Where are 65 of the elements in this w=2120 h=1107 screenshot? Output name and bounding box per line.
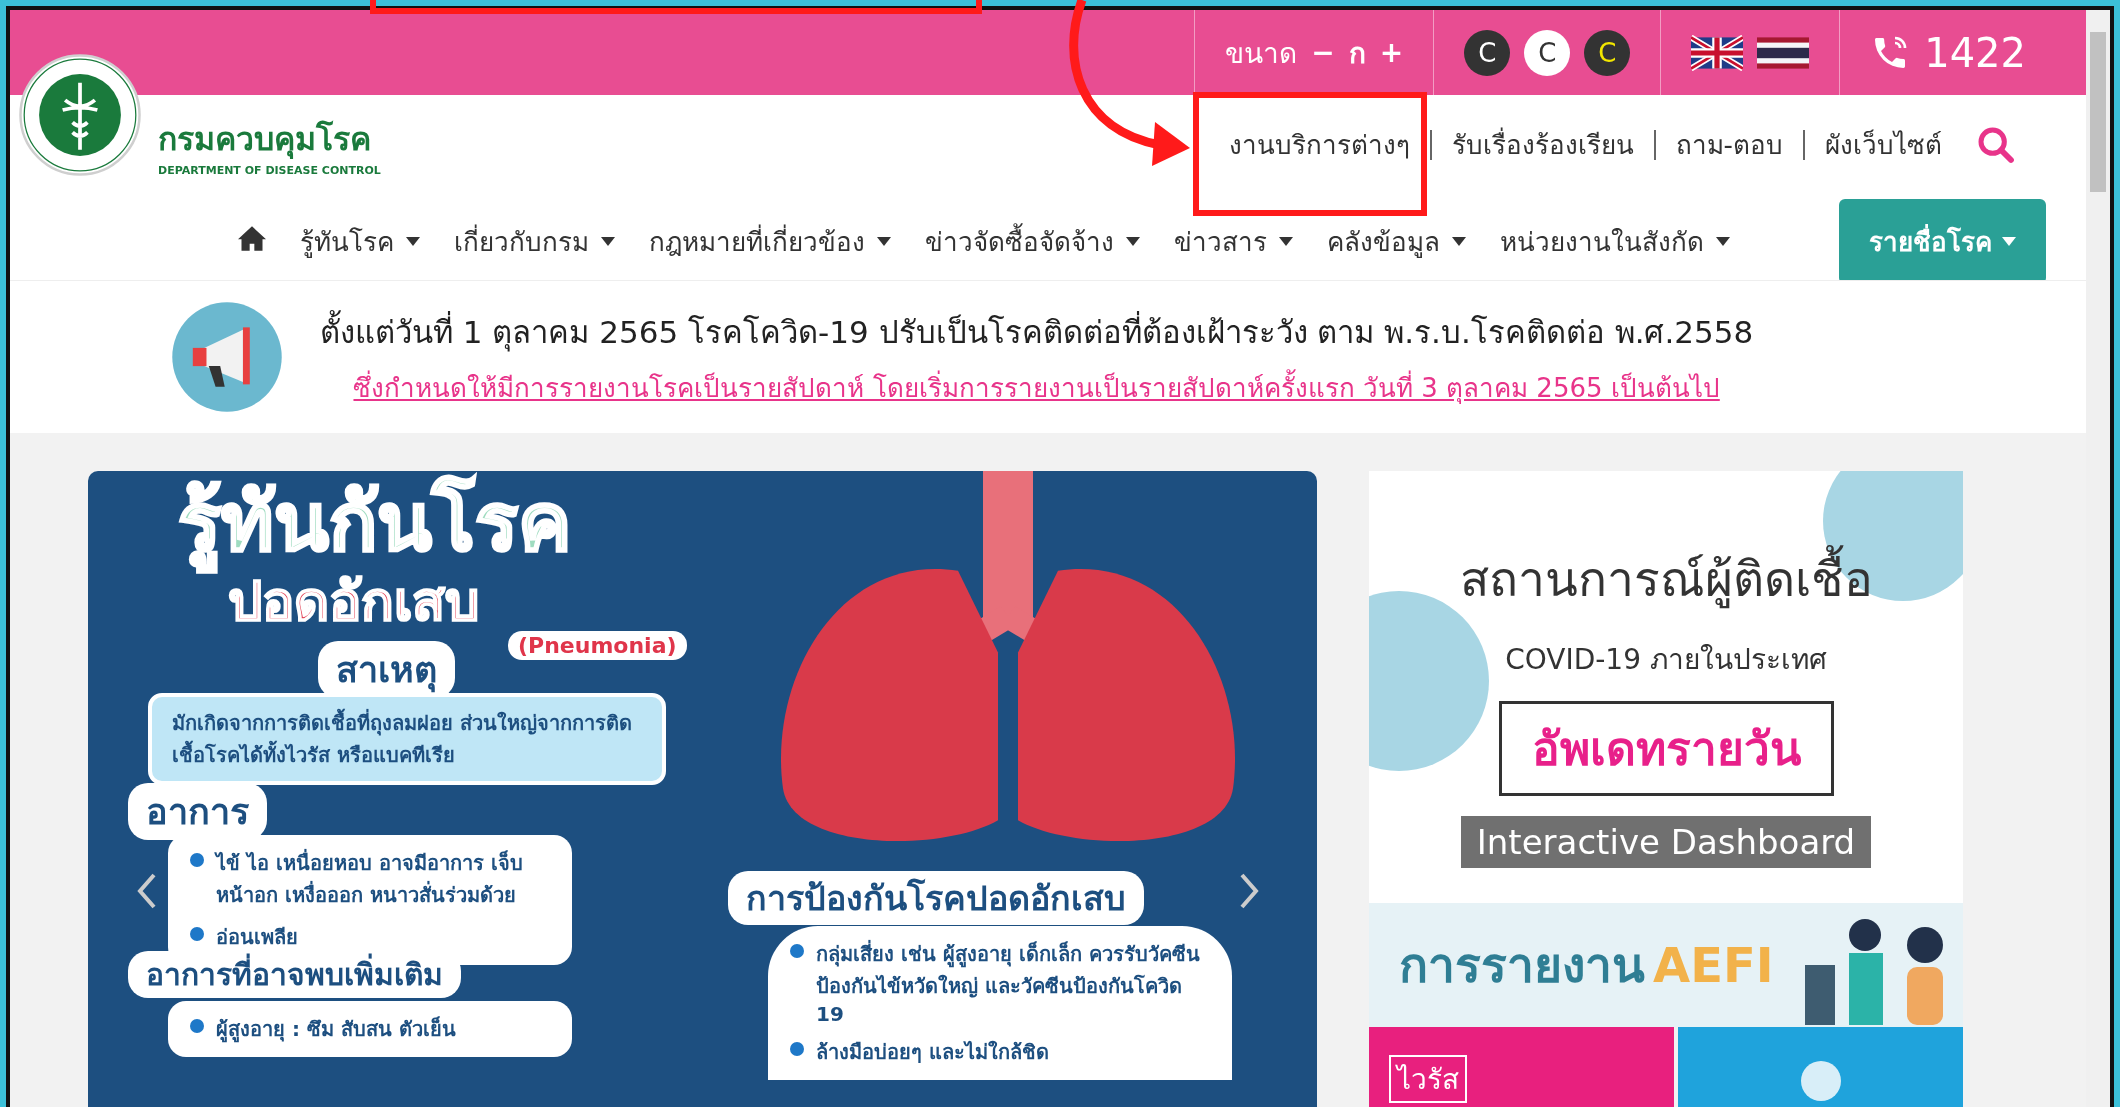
poster-heading: อาการ — [128, 783, 267, 840]
bullet-icon — [790, 1042, 804, 1056]
uk-flag-icon[interactable] — [1691, 34, 1744, 71]
contrast-button[interactable]: C — [1584, 29, 1631, 76]
nav-menu-item[interactable]: หน่วยงานในสังกัด — [1500, 221, 1730, 262]
virus-info-tile[interactable]: ไวรัส — [1369, 1027, 1674, 1107]
poster-heading: อาการที่อาจพบเพิ่มเติม — [128, 951, 461, 998]
poster-text: มักเกิดจากการติดเชื้อที่ถุงลมฝอย ส่วนใหญ่จากการติดเชื้อโรคได้ทั้งไวรัส หรือแบคทีเรีย — [148, 693, 666, 785]
header-link[interactable]: ผังเว็บไซต์ — [1803, 130, 1962, 160]
poster-text: กลุ่มเสี่ยง เช่น ผู้สูงอายุ เด็กเล็ก ควรรับวัคซีนป้องกันไข้หวัดใหญ่ และวัคซีนป้องกันโควิด 19 — [816, 939, 1201, 1026]
poster-text: ล้างมือบ่อยๆ และไม่ใกล้ชิด — [816, 1039, 1049, 1066]
covid-situation-banner[interactable]: สถานการณ์ผู้ติดเชื้อ COVID-19 ภายในประเทศ อัพเดทรายวัน Interactive Dashboard — [1369, 471, 1963, 903]
caret-icon — [2002, 237, 2016, 246]
poster-text: ไข้ ไอ เหนื่อยหอบ อาจมีอาการ เจ็บหน้าอก เหงื่อออก หนาวสั่นร่วมด้วย — [216, 848, 524, 909]
megaphone-icon — [170, 300, 284, 414]
header-link[interactable]: ถาม-ตอบ — [1653, 130, 1803, 160]
poster-heading: การป้องกันโรคปอดอักเสบ — [728, 871, 1144, 925]
ministry-logo-icon[interactable] — [18, 53, 142, 177]
font-size-control[interactable]: + — [1379, 36, 1404, 69]
contrast-button[interactable]: C — [1464, 29, 1511, 76]
poster-text: อ่อนเพลีย — [216, 924, 298, 951]
department-english-name: DEPARTMENT OF DISEASE CONTROL — [158, 164, 381, 177]
tile-label: ไวรัส — [1389, 1055, 1467, 1103]
contrast-button[interactable]: C — [1524, 29, 1571, 76]
thai-flag-icon[interactable] — [1757, 34, 1810, 71]
font-size-control[interactable]: ก — [1348, 30, 1366, 75]
font-size-label: ขนาด — [1225, 35, 1298, 72]
banner-update-label: อัพเดทรายวัน — [1498, 701, 1834, 796]
search-icon[interactable] — [1976, 125, 2016, 165]
banner-subtitle: COVID-19 ภายในประเทศ — [1505, 642, 1827, 678]
pneumonia-poster[interactable] — [88, 471, 1317, 1107]
home-icon[interactable] — [238, 225, 266, 251]
caret-icon — [601, 237, 615, 246]
bullet-icon — [790, 944, 804, 958]
caret-icon — [1716, 237, 1730, 246]
nav-menu-item[interactable]: เกี่ยวกับกรม — [454, 221, 615, 262]
announcement-link[interactable]: ซึ่งกำหนดให้มีการรายงานโรคเป็นรายสัปดาห์ โดยเริ่มการรายงานเป็นรายสัปดาห์ครั้งแรก วันที่ 3 ตุลาคม 2565 เป็นต้นไป — [353, 366, 1720, 408]
font-size-control[interactable]: − — [1311, 36, 1335, 69]
nav-menu-item[interactable]: ข่าวจัดซื้อจัดจ้าง — [925, 221, 1140, 262]
announcement-text: ตั้งแต่วันที่ 1 ตุลาคม 2565 โรคโควิด-19 ปรับเป็นโรคติดต่อที่ต้องเฝ้าระวัง ตาม พ.ร.บ.โรคติดต่อ พ.ศ.2558 — [320, 306, 1754, 357]
next-slide-icon[interactable] — [1238, 871, 1260, 911]
caret-icon — [406, 237, 420, 246]
poster-text: ผู้สูงอายุ : ซึม สับสน ตัวเย็น — [216, 1015, 456, 1045]
hotline-number[interactable]: 1422 — [1924, 29, 2026, 76]
nav-menu-item[interactable]: คลังข้อมูล — [1327, 221, 1466, 262]
banner-title: การรายงาน — [1399, 936, 1645, 995]
aefi-report-banner[interactable]: การรายงาน AEFI — [1369, 903, 1963, 1027]
caret-icon — [1126, 237, 1140, 246]
poster-english-title: (Pneumonia) — [508, 631, 687, 660]
caret-icon — [877, 237, 891, 246]
bullet-icon — [190, 1019, 204, 1033]
nav-menu-item[interactable]: ข่าวสาร — [1174, 221, 1293, 262]
nav-menu-item[interactable]: กฎหมายที่เกี่ยวข้อง — [649, 221, 891, 262]
covid-info-tile[interactable] — [1678, 1027, 1963, 1107]
banner-title: สถานการณ์ผู้ติดเชื้อ — [1459, 541, 1873, 617]
bullet-icon — [190, 927, 204, 941]
caret-icon — [1279, 237, 1293, 246]
banner-title-highlight: AEFI — [1653, 937, 1774, 993]
nav-menu-item[interactable]: รู้ทันโรค — [300, 221, 420, 262]
bullet-icon — [190, 853, 204, 867]
department-name[interactable]: กรมควบคุมโรค — [158, 113, 381, 164]
header-link[interactable]: งานบริการต่างๆ — [1208, 130, 1430, 160]
dashboard-label: Interactive Dashboard — [1460, 816, 1872, 868]
caret-icon — [1452, 237, 1466, 246]
previous-slide-icon[interactable] — [136, 871, 158, 911]
